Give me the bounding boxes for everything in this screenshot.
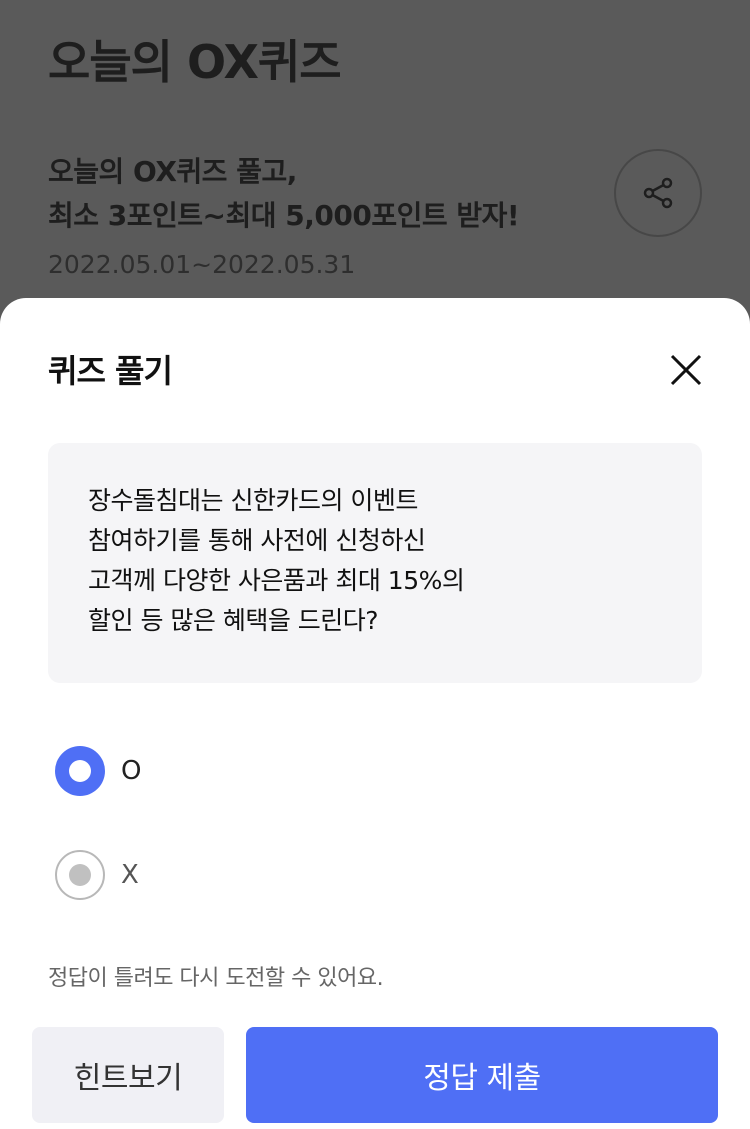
share-icon [643,177,673,209]
close-button[interactable] [664,348,708,392]
event-subtitle-line1: 오늘의 OX퀴즈 풀고, [48,155,297,188]
submit-answer-button[interactable]: 정답 제출 [246,1027,718,1123]
option-x[interactable]: X [55,850,139,900]
share-button[interactable] [614,149,702,237]
retry-notice: 정답이 틀려도 다시 도전할 수 있어요. [48,966,384,991]
event-subtitle: 오늘의 OX퀴즈 풀고, 최소 3포인트~최대 5,000포인트 받자! [48,150,520,238]
quiz-bottom-sheet: 퀴즈 풀기 장수돌침대는 신한카드의 이벤트 참여하기를 통해 사전에 신청하신… [0,298,750,1129]
event-subtitle-line2: 최소 3포인트~최대 5,000포인트 받자! [48,199,520,232]
event-period: 2022.05.01~2022.05.31 [48,250,356,279]
close-icon [670,354,702,386]
option-x-label: X [121,860,139,890]
sheet-title: 퀴즈 풀기 [48,352,173,390]
page-title: 오늘의 OX퀴즈 [48,35,342,89]
option-o[interactable]: O [55,746,141,796]
question-text: 장수돌침대는 신한카드의 이벤트 참여하기를 통해 사전에 신청하신 고객께 다… [88,486,465,635]
option-o-label: O [121,756,142,786]
radio-o[interactable] [55,746,105,796]
radio-x[interactable] [55,850,105,900]
question-box: 장수돌침대는 신한카드의 이벤트 참여하기를 통해 사전에 신청하신 고객께 다… [48,443,702,683]
hint-button[interactable]: 힌트보기 [32,1027,224,1123]
